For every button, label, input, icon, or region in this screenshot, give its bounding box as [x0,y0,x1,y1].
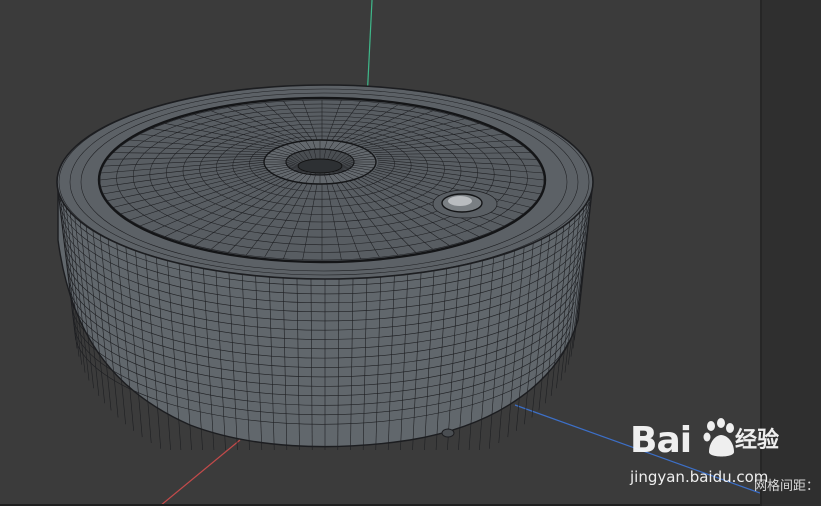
watermark-product: 经验 [735,428,780,453]
center-hole-bottom [297,158,343,174]
watermark-brand: Bai [630,420,692,461]
foot-nub [441,428,455,438]
x-axis-line [159,439,241,506]
baidu-paw-icon [703,418,734,457]
small-button-highlight [448,196,472,206]
app-window: 网格间距： Bai 经验 jingyan.baidu.com du [0,0,821,506]
watermark-url: jingyan.baidu.com [630,468,769,486]
baidu-jingyan-watermark: Bai 经验 jingyan.baidu.com du [625,418,785,488]
